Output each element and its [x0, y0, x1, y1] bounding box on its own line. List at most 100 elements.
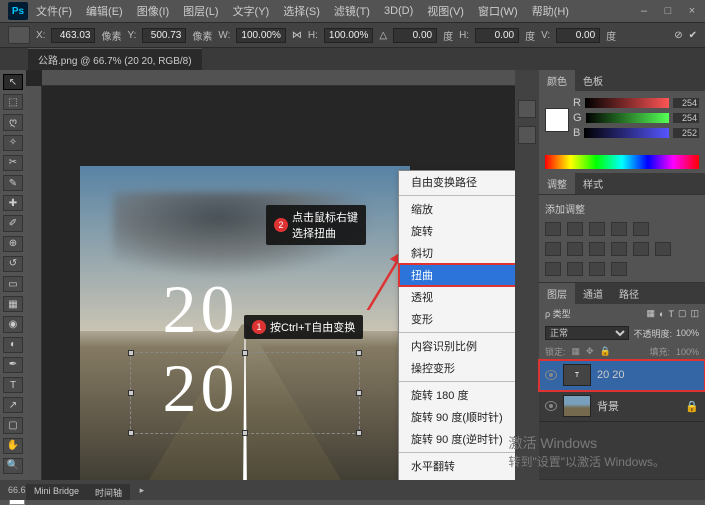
ctx-free-transform[interactable]: 自由变换路径: [399, 171, 515, 193]
x-field[interactable]: 463.03: [51, 28, 95, 43]
layer-item[interactable]: 背景 🔒: [539, 391, 705, 422]
link-icon[interactable]: ⋈: [292, 30, 302, 41]
wand-tool[interactable]: ✧: [3, 135, 23, 151]
b-value[interactable]: 252: [673, 128, 699, 138]
adj-hue-icon[interactable]: [545, 242, 561, 256]
document-tab[interactable]: 公路.png @ 66.7% (20 20, RGB/8): [28, 48, 202, 70]
dodge-tool[interactable]: ◐: [3, 337, 23, 353]
fill-value[interactable]: 100%: [676, 347, 699, 357]
move-tool[interactable]: ↖: [3, 74, 23, 90]
y-field[interactable]: 500.73: [142, 28, 186, 43]
handle-tm[interactable]: [242, 350, 248, 356]
eraser-tool[interactable]: ▭: [3, 276, 23, 292]
menu-edit[interactable]: 编辑(E): [80, 1, 129, 21]
ctx-flip-h[interactable]: 水平翻转: [399, 455, 515, 477]
pen-tool[interactable]: ✒: [3, 357, 23, 373]
layer-visibility-icon[interactable]: [545, 401, 557, 411]
menu-type[interactable]: 文字(Y): [227, 1, 276, 21]
adj-posterize-icon[interactable]: [545, 262, 561, 276]
skew-h-field[interactable]: 0.00: [475, 28, 519, 43]
ctx-content-aware[interactable]: 内容识别比例: [399, 335, 515, 357]
h-field[interactable]: 100.00%: [324, 28, 373, 43]
history-panel-icon[interactable]: [518, 100, 536, 118]
path-tool[interactable]: ↗: [3, 397, 23, 413]
blend-mode-select[interactable]: 正常: [545, 326, 629, 340]
opacity-value[interactable]: 100%: [676, 328, 699, 338]
adj-gradient-icon[interactable]: [589, 262, 605, 276]
menu-3d[interactable]: 3D(D): [378, 3, 419, 19]
foreground-swatch[interactable]: [545, 108, 569, 132]
filter-image-icon[interactable]: ▦: [647, 308, 656, 319]
tab-layers[interactable]: 图层: [539, 283, 575, 304]
ctx-puppet[interactable]: 操控变形: [399, 357, 515, 379]
commit-transform-icon[interactable]: ✔: [689, 30, 697, 41]
ctx-warp[interactable]: 变形: [399, 308, 515, 330]
adj-invert-icon[interactable]: [655, 242, 671, 256]
properties-panel-icon[interactable]: [518, 126, 536, 144]
blur-tool[interactable]: ◉: [3, 316, 23, 332]
handle-bl[interactable]: [128, 430, 134, 436]
b-slider[interactable]: [584, 128, 669, 138]
handle-ml[interactable]: [128, 390, 134, 396]
r-slider[interactable]: [585, 98, 669, 108]
window-minimize-icon[interactable]: –: [639, 5, 649, 17]
shape-tool[interactable]: ▢: [3, 417, 23, 433]
r-value[interactable]: 254: [673, 98, 699, 108]
adj-lookup-icon[interactable]: [633, 242, 649, 256]
tab-styles[interactable]: 样式: [575, 173, 611, 194]
filter-type-icon[interactable]: T: [668, 309, 674, 319]
menu-window[interactable]: 窗口(W): [472, 1, 524, 21]
ctx-perspective[interactable]: 透视: [399, 286, 515, 308]
layer-name[interactable]: 20 20: [597, 369, 625, 381]
ctx-rotate-cw[interactable]: 旋转 90 度(顺时针): [399, 406, 515, 428]
handle-br[interactable]: [356, 430, 362, 436]
layer-item[interactable]: T 20 20: [539, 360, 705, 391]
handle-mr[interactable]: [356, 390, 362, 396]
cancel-transform-icon[interactable]: ⊘: [674, 30, 682, 41]
chevron-right-icon[interactable]: ▸: [140, 485, 145, 496]
tab-timeline[interactable]: 时间轴: [87, 484, 130, 500]
hand-tool[interactable]: ✋: [3, 438, 23, 454]
menu-view[interactable]: 视图(V): [421, 1, 470, 21]
window-maximize-icon[interactable]: □: [663, 5, 673, 17]
menu-help[interactable]: 帮助(H): [526, 1, 575, 21]
tab-swatches[interactable]: 色板: [575, 70, 611, 91]
tab-paths[interactable]: 路径: [611, 283, 647, 304]
ctx-scale[interactable]: 缩放: [399, 198, 515, 220]
menu-file[interactable]: 文件(F): [30, 1, 78, 21]
menu-layer[interactable]: 图层(L): [177, 1, 224, 21]
handle-tl[interactable]: [128, 350, 134, 356]
ctx-rotate[interactable]: 旋转: [399, 220, 515, 242]
transform-ref-icon[interactable]: [8, 26, 30, 44]
window-close-icon[interactable]: ×: [687, 5, 697, 17]
type-tool[interactable]: T: [3, 377, 23, 393]
g-value[interactable]: 254: [673, 113, 699, 123]
lock-pixels-icon[interactable]: ▦: [572, 346, 581, 357]
handle-tr[interactable]: [356, 350, 362, 356]
layer-name[interactable]: 背景: [597, 398, 619, 414]
ctx-distort[interactable]: 扭曲: [399, 264, 515, 286]
menu-filter[interactable]: 滤镜(T): [328, 1, 376, 21]
marquee-tool[interactable]: ⬚: [3, 94, 23, 110]
handle-bm[interactable]: [242, 430, 248, 436]
angle-field[interactable]: 0.00: [393, 28, 437, 43]
color-spectrum[interactable]: [545, 155, 699, 169]
ctx-rotate-180[interactable]: 旋转 180 度: [399, 384, 515, 406]
tab-adjustments[interactable]: 调整: [539, 173, 575, 194]
adj-exposure-icon[interactable]: [611, 222, 627, 236]
lock-position-icon[interactable]: ✥: [586, 346, 594, 357]
filter-smart-icon[interactable]: ◫: [690, 308, 699, 319]
menu-image[interactable]: 图像(I): [131, 1, 175, 21]
menu-select[interactable]: 选择(S): [277, 1, 326, 21]
tab-color[interactable]: 颜色: [539, 70, 575, 91]
g-slider[interactable]: [586, 113, 669, 123]
tab-channels[interactable]: 通道: [575, 283, 611, 304]
filter-shape-icon[interactable]: ▢: [678, 308, 687, 319]
adj-photo-icon[interactable]: [589, 242, 605, 256]
adj-threshold-icon[interactable]: [567, 262, 583, 276]
adj-mixer-icon[interactable]: [611, 242, 627, 256]
zoom-tool[interactable]: 🔍: [3, 458, 23, 474]
adj-vibrance-icon[interactable]: [633, 222, 649, 236]
crop-tool[interactable]: ✂: [3, 155, 23, 171]
transform-box[interactable]: [130, 352, 360, 434]
